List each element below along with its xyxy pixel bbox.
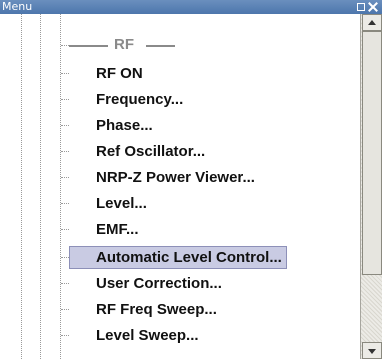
section-divider [146,45,175,47]
menu-tree: RF RF ON Frequency... Phase... Ref Oscil… [0,14,360,359]
menu-item-automatic-level-control[interactable]: Automatic Level Control... [60,246,350,269]
menu-item-label: Ref Oscillator... [96,143,206,160]
scroll-up-button[interactable] [362,14,382,31]
section-label: RF [114,36,134,53]
menu-item-level[interactable]: Level... [60,192,350,215]
menu-item-rf-freq-sweep[interactable]: RF Freq Sweep... [60,298,350,321]
menu-window: Menu RF RF ON Frequency... Phase... Ref … [0,0,382,359]
section-header-rf: RF [60,34,360,56]
menu-item-label: RF ON [96,65,143,82]
scrollbar-thumb[interactable] [362,31,382,275]
menu-item-ref-oscillator[interactable]: Ref Oscillator... [60,140,350,163]
menu-item-rf-on[interactable]: RF ON [60,62,350,85]
scroll-down-button[interactable] [362,342,382,359]
menu-item-emf[interactable]: EMF... [60,218,350,241]
arrow-down-icon [368,349,376,354]
menu-item-label: Level... [96,195,147,212]
menu-item-label: Level Sweep... [96,327,199,344]
menu-item-level-sweep[interactable]: Level Sweep... [60,324,350,347]
section-divider [69,45,108,47]
menu-item-label: EMF... [96,221,139,238]
tree-guide-line [21,14,23,359]
tree-guide-line [40,14,42,359]
menu-item-nrp-z-power-viewer[interactable]: NRP-Z Power Viewer... [60,166,350,189]
menu-item-label: Automatic Level Control... [69,246,287,269]
menu-item-label: Phase... [96,117,153,134]
menu-item-label: RF Freq Sweep... [96,301,217,318]
close-button[interactable] [368,2,378,12]
menu-item-phase[interactable]: Phase... [60,114,350,137]
arrow-up-icon [368,20,376,25]
window-title: Menu [2,0,33,13]
vertical-scrollbar[interactable] [360,14,382,359]
title-bar[interactable]: Menu [0,0,382,14]
menu-item-user-correction[interactable]: User Correction... [60,272,350,295]
menu-item-label: Frequency... [96,91,184,108]
menu-item-label: User Correction... [96,275,222,292]
menu-item-label: NRP-Z Power Viewer... [96,169,255,186]
restore-button[interactable] [356,2,366,12]
restore-icon [357,3,365,11]
menu-item-frequency[interactable]: Frequency... [60,88,350,111]
